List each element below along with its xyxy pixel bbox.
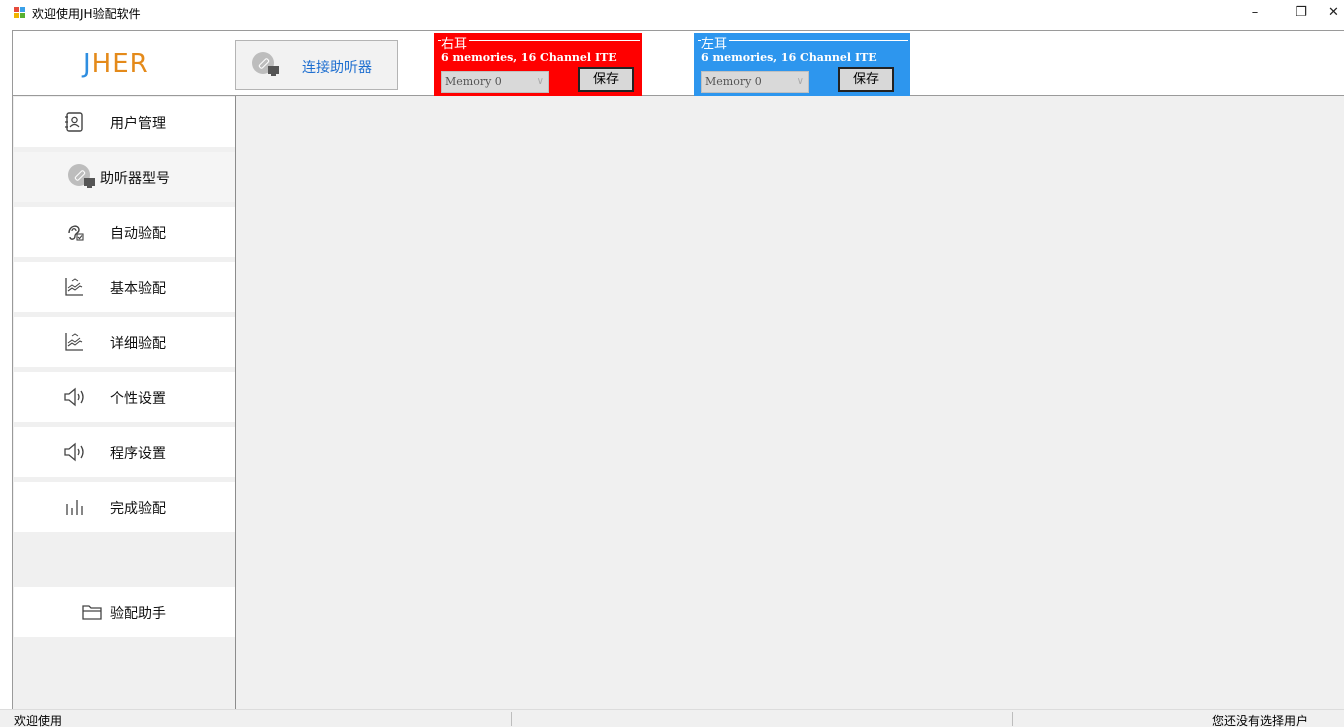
connect-hearing-aid-button[interactable]: 连接助听器 [235,40,398,90]
chart-wave-icon [62,276,86,298]
right-ear-memory-select[interactable]: Memory 0 ∨ [441,71,549,93]
sidebar-item-program-settings[interactable]: 程序设置 [14,427,235,477]
sidebar-item-hearing-aid-model[interactable]: 助听器型号 [14,152,235,202]
window-title: 欢迎使用JH验配软件 [32,7,141,21]
sidebar-item-basic-fitting[interactable]: 基本验配 [14,262,235,312]
left-ear-memory-select[interactable]: Memory 0 ∨ [701,71,809,93]
right-ear-description: 6 memories, 16 Channel ITE [441,51,617,64]
left-ear-title: 左耳 [701,33,730,52]
right-ear-save-button[interactable]: 保存 [578,67,634,92]
sidebar-item-label: 完成验配 [110,501,166,517]
hearing-aid-device-icon [252,52,282,82]
status-bar: 欢迎使用 您还没有选择用户 [0,709,1344,727]
main-content-area [236,96,1344,709]
close-button[interactable]: ✕ [1328,4,1344,22]
status-welcome: 欢迎使用 [14,714,63,727]
fitting-assistant-button[interactable]: 验配助手 [14,587,235,637]
sidebar-item-user-management[interactable]: 用户管理 [14,97,235,147]
sidebar-item-label: 程序设置 [110,446,166,462]
title-bar: 欢迎使用JH验配软件 – ❐ ✕ [0,0,1344,30]
sidebar-item-auto-fitting[interactable]: 自动验配 [14,207,235,257]
speaker-icon [62,386,86,408]
jher-logo: JHER [83,49,149,79]
hearing-aid-device-icon [68,164,98,194]
sidebar-item-label: 自动验配 [110,226,166,242]
sidebar: 用户管理 助听器型号 自动验配 基本验配 详细验配 个性设置 程序设置 完成验配… [12,96,235,709]
sidebar-item-label: 个性设置 [110,391,166,407]
connect-label: 连接助听器 [302,60,372,76]
left-ear-panel: 左耳 6 memories, 16 Channel ITE Memory 0 ∨… [694,33,910,96]
left-ear-save-button[interactable]: 保存 [838,67,894,92]
right-ear-title: 右耳 [441,33,470,52]
sidebar-item-label: 助听器型号 [100,171,170,187]
status-separator [1012,712,1013,726]
sidebar-item-label: 详细验配 [110,336,166,352]
sidebar-item-detailed-fitting[interactable]: 详细验配 [14,317,235,367]
contact-book-icon [62,111,86,133]
restore-button[interactable]: ❐ [1286,4,1316,22]
status-user: 您还没有选择用户 [1211,714,1308,727]
chevron-down-icon: ∨ [796,76,804,87]
app-icon [14,7,26,19]
header-bar: JHER 连接助听器 右耳 6 memories, 16 Channel ITE… [12,30,1344,96]
sidebar-item-personal-settings[interactable]: 个性设置 [14,372,235,422]
fitting-assistant-label: 验配助手 [110,606,166,622]
speaker-icon [62,441,86,463]
sidebar-item-label: 基本验配 [110,281,166,297]
ear-check-icon [62,221,86,243]
left-ear-description: 6 memories, 16 Channel ITE [701,51,877,64]
chevron-down-icon: ∨ [536,76,544,87]
sidebar-item-finish-fitting[interactable]: 完成验配 [14,482,235,532]
chart-wave-icon [62,331,86,353]
folder-icon [80,601,104,623]
status-separator [511,712,512,726]
bars-icon [62,496,86,518]
right-ear-panel: 右耳 6 memories, 16 Channel ITE Memory 0 ∨… [434,33,642,96]
minimize-button[interactable]: – [1240,4,1270,22]
sidebar-item-label: 用户管理 [110,116,166,132]
